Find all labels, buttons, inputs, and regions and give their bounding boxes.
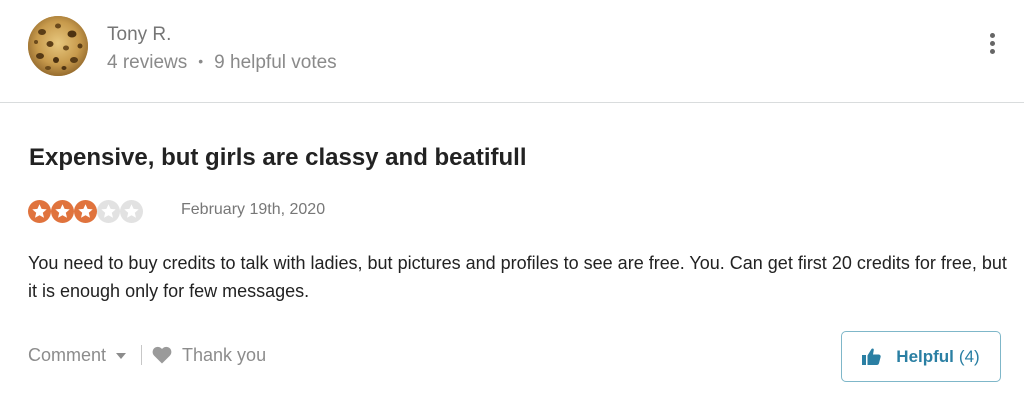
chevron-down-icon — [116, 353, 127, 359]
review-body: You need to buy credits to talk with lad… — [28, 253, 1007, 301]
comment-label: Comment — [28, 344, 107, 365]
thumbs-up-icon — [862, 348, 881, 365]
heart-icon — [152, 346, 172, 364]
review-actions: Comment Thank you — [28, 343, 266, 367]
meta-separator: • — [198, 53, 204, 69]
star-empty-icon — [97, 200, 120, 223]
review-title: Expensive, but girls are classy and beat… — [29, 144, 527, 171]
star-filled-icon — [28, 200, 51, 223]
reviewer-name[interactable]: Tony R. — [107, 24, 171, 46]
reviewer-header: Tony R. 4 reviews • 9 helpful votes — [0, 0, 1024, 103]
avatar-image — [28, 16, 88, 76]
star-empty-icon — [120, 200, 143, 223]
star-filled-icon — [74, 200, 97, 223]
reviewer-helpful-votes: 9 helpful votes — [214, 52, 337, 73]
actions-divider — [141, 345, 143, 365]
review-date: February 19th, 2020 — [181, 201, 326, 218]
reviewer-avatar[interactable] — [28, 16, 88, 76]
helpful-label: Helpful — [896, 346, 954, 366]
reviewer-review-count: 4 reviews — [107, 52, 188, 73]
thank-you-button[interactable]: Thank you — [152, 345, 266, 366]
helpful-button[interactable]: Helpful (4) — [841, 331, 1001, 382]
thank-you-label: Thank you — [182, 344, 267, 365]
more-options-icon[interactable] — [982, 33, 1002, 59]
star-rating — [28, 200, 143, 223]
helpful-count: (4) — [958, 346, 980, 366]
reviewer-stats: 4 reviews • 9 helpful votes — [107, 52, 337, 74]
star-filled-icon — [51, 200, 74, 223]
comment-button[interactable]: Comment — [28, 344, 127, 366]
